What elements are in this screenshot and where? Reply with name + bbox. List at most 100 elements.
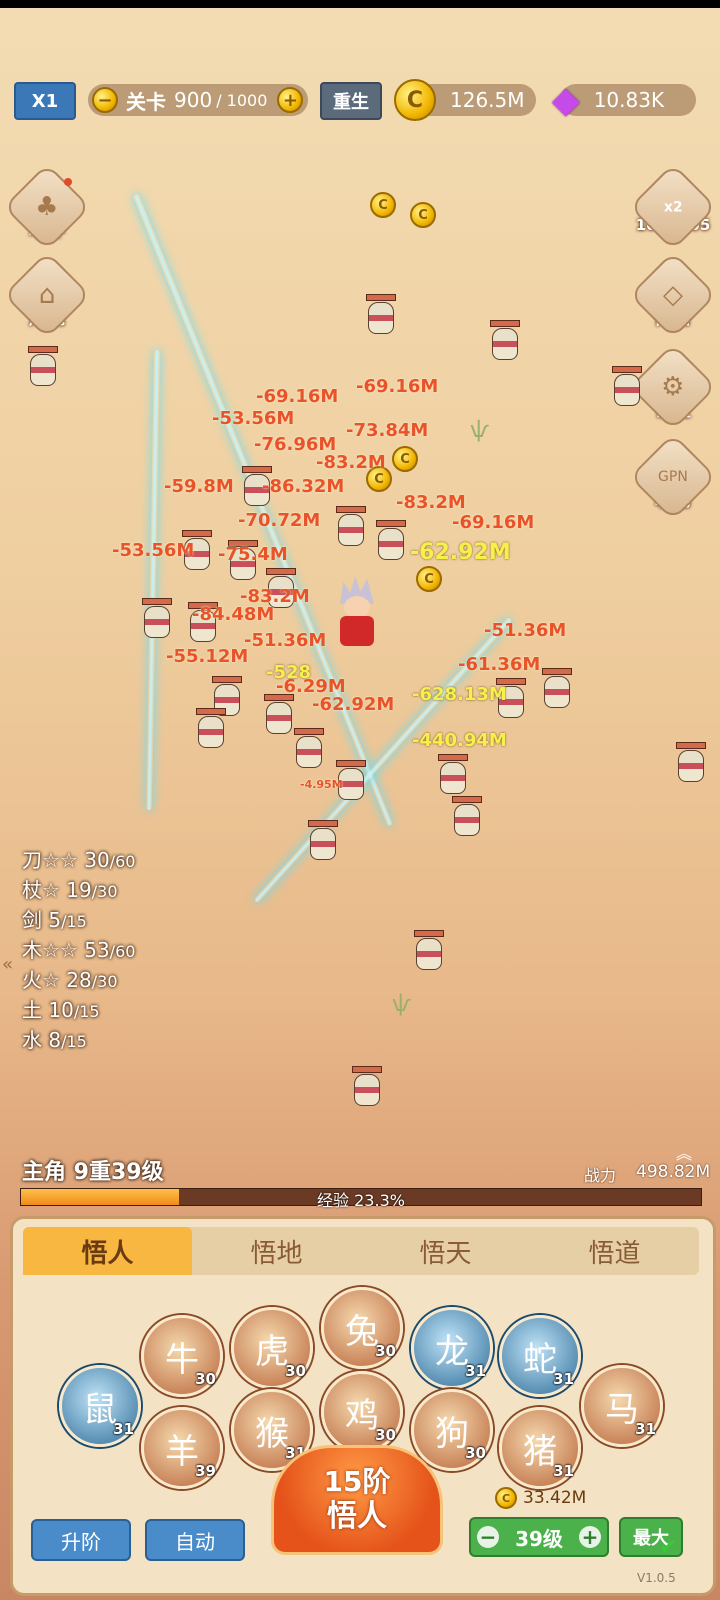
gold-counter: C 126.5M [394,79,536,121]
zodiac-dog[interactable]: 狗 30 [411,1389,493,1471]
zodiac-dragon[interactable]: 龙 31 [411,1307,493,1389]
damage-number: -61.36M [458,654,541,675]
gold-coin-drop: C [392,446,418,472]
damage-number: -53.56M [212,408,295,429]
zodiac-rabbit[interactable]: 兔 30 [321,1287,403,1369]
stage-indicator: − 关卡 900 / 1000 + [88,84,308,116]
shop-button[interactable]: ◇ 商店 [629,251,717,339]
zodiac-horse[interactable]: 马 31 [581,1365,663,1447]
damage-number: -55.12M [166,646,249,667]
collapse-stats-arrow-icon[interactable]: « [2,954,13,975]
stage-minus-button[interactable]: − [92,87,118,113]
check-icon: ✔ [659,1535,678,1560]
gem-amount: 10.83K [593,88,665,112]
gold-coin-drop: C [416,566,442,592]
zodiac-pig[interactable]: 猪 31 [499,1407,581,1489]
version-label: V1.0.5 [637,1571,676,1585]
damage-number: -70.72M [238,510,321,531]
expand-up-icon[interactable]: ︽ [676,1140,692,1164]
settings-button[interactable]: ⚙ 设置 [629,343,717,431]
upgrade-cost-amount: 33.42M [523,1488,587,1508]
gold-coin-drop: C [410,202,436,228]
damage-number: -75.4M [218,544,288,565]
double-reward-button[interactable]: x2 10:59:05 [629,163,717,251]
soul-refine-icon: ⌂ [3,251,91,339]
damage-number: -84.48M [192,604,275,625]
grass-decoration: ѱ [470,418,490,443]
grass-decoration: ѱ [392,992,412,1017]
enemy [436,754,468,794]
gem-icon: ◆ [552,79,580,121]
gold-coin-drop: C [370,192,396,218]
critical-damage-number: -62.92M [410,540,511,565]
stat-row: 杖☆ 19/30 [22,878,118,902]
zodiac-tiger[interactable]: 虎 30 [231,1307,313,1389]
hero-level: 主角 9重39级 [22,1160,164,1185]
stage-label: 关卡 [126,89,166,114]
enemy [334,506,366,546]
stage-total: / 1000 [216,90,268,110]
enemy [26,346,58,386]
gold-coin-icon: C [394,79,436,121]
tab-wu-dao[interactable]: 悟道 [530,1227,699,1275]
damage-number: -53.56M [112,540,195,561]
cultivate-button[interactable]: ♣ 培养 [3,163,91,251]
notification-dot [64,178,72,186]
stat-row: 火☆ 28/30 [22,968,118,992]
tab-wu-tian[interactable]: 悟天 [361,1227,530,1275]
game-screen: ѱ ѱ X1 − 关卡 900 / 1000 + 重生 C 126.5M ◆ 1… [0,0,720,1600]
enlighten-main-button[interactable]: 15阶 悟人 [271,1445,443,1555]
stage-current: 900 [174,88,213,112]
critical-damage-number: -528 [266,662,312,683]
rebirth-button[interactable]: 重生 [320,82,382,120]
damage-number: -83.2M [396,492,466,513]
damage-number: -69.16M [356,376,439,397]
zodiac-rooster[interactable]: 鸡 30 [321,1371,403,1453]
power-label: 战力 [584,1166,617,1185]
slash-effect [145,349,161,811]
stat-row: 水 8/15 [22,1028,87,1052]
experience-text: 经验 23.3% [317,1191,405,1210]
speed-button[interactable]: X1 [14,82,76,120]
upgrade-cost: C 33.42M [495,1487,586,1509]
stage-plus-button[interactable]: + [277,87,304,113]
settings-icon: ⚙ [629,343,717,431]
power-value: 498.82M [636,1162,711,1182]
damage-number: -51.36M [484,620,567,641]
level-minus-button[interactable]: − [477,1525,499,1549]
critical-damage-number: -628.13M [412,684,507,705]
zodiac-ox[interactable]: 牛 30 [141,1315,223,1397]
damage-number: -62.92M [312,694,395,715]
main-button-rank: 15阶 [323,1465,391,1498]
main-button-label: 悟人 [327,1499,387,1534]
zodiac-goat[interactable]: 羊 39 [141,1407,223,1489]
gem-counter: ◆ 10.83K [552,80,696,121]
level-plus-button[interactable]: + [579,1525,601,1549]
enemy [350,1066,382,1106]
status-strip [0,0,720,8]
level-value: 39级 [515,1526,563,1551]
link-button[interactable]: GPN 联动 [629,433,717,521]
damage-number: -59.8M [164,476,234,497]
stat-row: 木☆☆ 53/60 [22,938,136,962]
auto-button[interactable]: 自动 [145,1519,245,1561]
zodiac-rat[interactable]: 鼠 31 [59,1365,141,1447]
link-icon: GPN [629,433,717,521]
tab-bar: 悟人 悟地 悟天 悟道 [23,1227,699,1275]
damage-number: -86.32M [262,476,345,497]
zodiac-snake[interactable]: 蛇 31 [499,1315,581,1397]
enemy [140,598,172,638]
upgrade-rank-button[interactable]: 升阶 [31,1519,131,1561]
critical-damage-number: -440.94M [412,730,507,751]
hero-character [334,576,378,654]
enemy [194,708,226,748]
enemy [412,930,444,970]
enemy [306,820,338,860]
tab-wu-di[interactable]: 悟地 [192,1227,361,1275]
damage-number: -51.36M [244,630,327,651]
soul-refine-button[interactable]: ⌂ 炼魂 [3,251,91,339]
rebirth-label: 重生 [333,92,369,113]
tab-wu-ren[interactable]: 悟人 [23,1227,192,1275]
cultivate-icon: ♣ [3,163,91,251]
damage-number: -73.84M [346,420,429,441]
